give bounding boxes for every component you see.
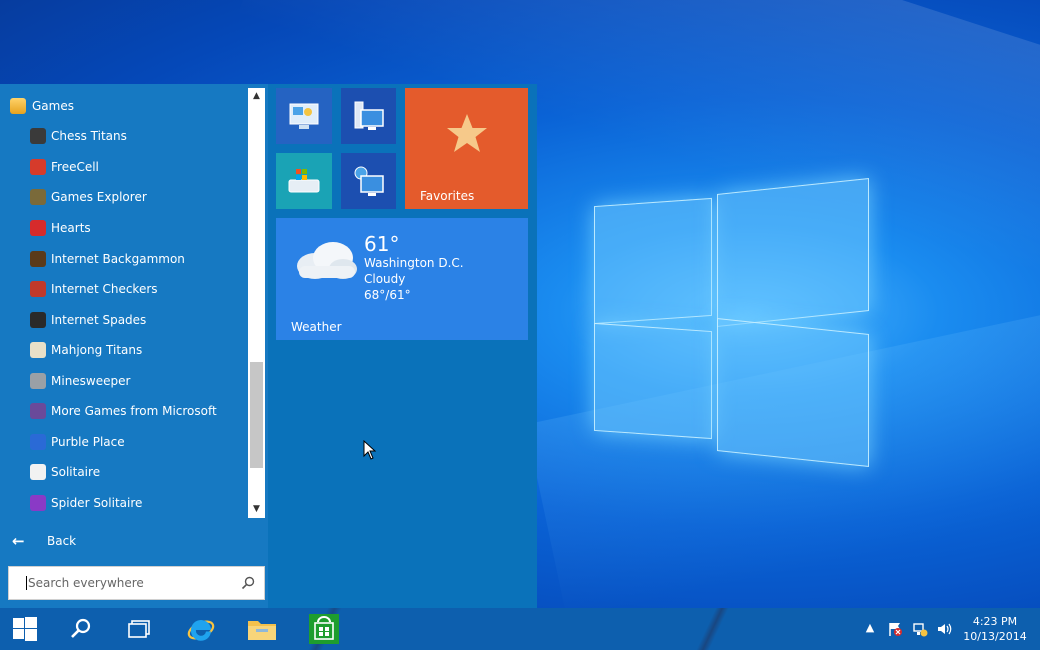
- text-caret: [26, 576, 27, 590]
- show-hidden-icons-icon[interactable]: ▲: [862, 621, 878, 637]
- search-input[interactable]: [28, 576, 228, 590]
- checkers-icon: [30, 281, 46, 297]
- search-icon[interactable]: [241, 576, 255, 590]
- folder-label: Games: [32, 99, 74, 113]
- app-label: Hearts: [51, 221, 91, 235]
- search-box[interactable]: [8, 566, 265, 600]
- app-label: Purble Place: [51, 435, 125, 449]
- control-panel-icon: [289, 103, 319, 129]
- mahjong-icon: [30, 342, 46, 358]
- tile-control-panel[interactable]: [276, 88, 332, 144]
- folder-icon: [10, 98, 26, 114]
- weather-condition: Cloudy: [364, 272, 406, 286]
- windows-logo-wallpaper: [590, 178, 875, 467]
- app-item-solitaire[interactable]: Solitaire: [0, 458, 246, 486]
- all-apps-panel: Games Chess Titans FreeCell Games Explor…: [0, 84, 268, 608]
- clock-time: 4:23 PM: [972, 615, 1018, 628]
- cloud-icon: [297, 242, 357, 279]
- tile-weather[interactable]: 61° Washington D.C. Cloudy 68°/61° Weath…: [276, 218, 528, 340]
- app-label: Internet Backgammon: [51, 252, 185, 266]
- app-list: Games Chess Titans FreeCell Games Explor…: [0, 88, 246, 518]
- clock-date: 10/13/2014: [963, 630, 1027, 643]
- tile-remote-desktop[interactable]: [341, 153, 396, 209]
- tile-label: Weather: [291, 320, 342, 334]
- tile-favorites[interactable]: Favorites: [405, 88, 528, 209]
- app-label: Mahjong Titans: [51, 343, 143, 357]
- app-item-internet-checkers[interactable]: Internet Checkers: [0, 275, 246, 303]
- back-arrow-icon: ←: [12, 532, 25, 550]
- weather-range: 68°/61°: [364, 288, 411, 302]
- volume-icon[interactable]: [936, 621, 952, 637]
- purble-place-icon: [30, 434, 46, 450]
- clock[interactable]: 4:23 PM 10/13/2014: [952, 614, 1038, 644]
- app-item-spider-solitaire[interactable]: Spider Solitaire: [0, 489, 246, 517]
- app-item-chess-titans[interactable]: Chess Titans: [0, 122, 246, 150]
- app-item-freecell[interactable]: FreeCell: [0, 153, 246, 181]
- app-item-more-games[interactable]: More Games from Microsoft: [0, 397, 246, 425]
- app-item-hearts[interactable]: Hearts: [0, 214, 246, 242]
- globe-computer-icon: [354, 166, 384, 196]
- computer-icon: [354, 101, 384, 130]
- app-label: Games Explorer: [51, 190, 147, 204]
- scroll-up-icon[interactable]: ▲: [248, 88, 265, 105]
- app-label: Chess Titans: [51, 129, 127, 143]
- spider-solitaire-icon: [30, 495, 46, 511]
- star-icon: [447, 114, 487, 152]
- back-button[interactable]: ← Back: [0, 526, 268, 556]
- taskbar: ▲ 4:23 PM 10/13/2014: [0, 608, 1040, 650]
- network-icon[interactable]: [912, 621, 928, 637]
- solitaire-icon: [30, 464, 46, 480]
- weather-city: Washington D.C.: [364, 256, 464, 270]
- system-tray: ▲ 4:23 PM 10/13/2014: [0, 608, 1040, 650]
- spades-icon: [30, 312, 46, 328]
- app-label: FreeCell: [51, 160, 99, 174]
- scrollbar-thumb[interactable]: [250, 362, 263, 468]
- weather-temperature: 61°: [364, 232, 400, 256]
- more-games-icon: [30, 403, 46, 419]
- minesweeper-icon: [30, 373, 46, 389]
- app-item-internet-spades[interactable]: Internet Spades: [0, 306, 246, 334]
- backgammon-icon: [30, 251, 46, 267]
- app-label: Internet Spades: [51, 313, 147, 327]
- games-explorer-icon: [30, 189, 46, 205]
- app-label: Solitaire: [51, 465, 101, 479]
- scroll-down-icon[interactable]: ▼: [248, 501, 265, 518]
- tile-label: Favorites: [420, 189, 475, 203]
- app-item-games-explorer[interactable]: Games Explorer: [0, 183, 246, 211]
- app-label: Minesweeper: [51, 374, 131, 388]
- app-item-mahjong-titans[interactable]: Mahjong Titans: [0, 336, 246, 364]
- app-label: Internet Checkers: [51, 282, 158, 296]
- app-label: Spider Solitaire: [51, 496, 143, 510]
- drive-icon: [288, 169, 320, 193]
- app-label: More Games from Microsoft: [51, 404, 217, 418]
- freecell-icon: [30, 159, 46, 175]
- back-label: Back: [47, 534, 77, 548]
- action-center-flag-icon[interactable]: [887, 621, 903, 637]
- tile-network[interactable]: [341, 88, 396, 144]
- hearts-icon: [30, 220, 46, 236]
- app-list-scrollbar[interactable]: ▲ ▼: [248, 88, 265, 518]
- folder-games[interactable]: Games: [0, 92, 246, 120]
- tile-drive[interactable]: [276, 153, 332, 209]
- app-item-purble-place[interactable]: Purble Place: [0, 428, 246, 456]
- app-item-minesweeper[interactable]: Minesweeper: [0, 367, 246, 395]
- app-item-internet-backgammon[interactable]: Internet Backgammon: [0, 245, 246, 273]
- mouse-cursor-icon: [363, 440, 376, 460]
- chess-icon: [30, 128, 46, 144]
